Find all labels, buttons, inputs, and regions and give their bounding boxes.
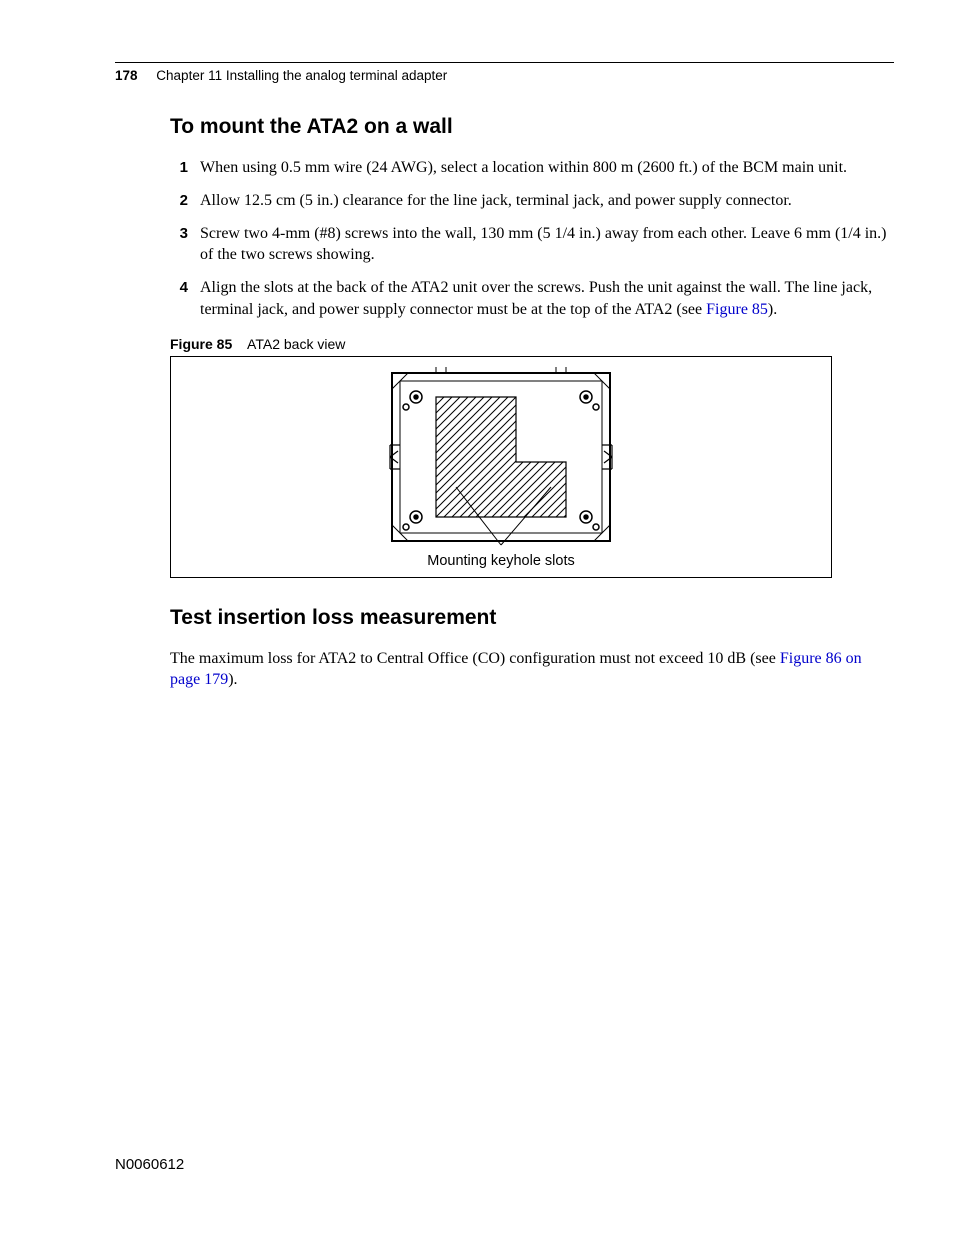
page-content: To mount the ATA2 on a wall 1 When using…	[170, 115, 894, 690]
page-number: 178	[115, 68, 138, 83]
paragraph-text-after: ).	[228, 671, 237, 688]
step-1: 1 When using 0.5 mm wire (24 AWG), selec…	[170, 157, 894, 178]
section-heading-mount: To mount the ATA2 on a wall	[170, 115, 894, 139]
chapter-title: Chapter 11 Installing the analog termina…	[156, 68, 447, 83]
step-text: When using 0.5 mm wire (24 AWG), select …	[200, 157, 894, 178]
figure-annotation: Mounting keyhole slots	[171, 553, 831, 569]
step-3: 3 Screw two 4-mm (#8) screws into the wa…	[170, 223, 894, 265]
step-text-after: ).	[768, 301, 777, 318]
step-number: 3	[170, 223, 188, 265]
figure-caption: Figure 85 ATA2 back view	[170, 336, 894, 352]
document-page: 178 Chapter 11 Installing the analog ter…	[0, 0, 954, 1235]
step-text: Allow 12.5 cm (5 in.) clearance for the …	[200, 190, 894, 211]
figure-85-link[interactable]: Figure 85	[706, 301, 768, 318]
ata2-back-view-diagram	[386, 367, 616, 547]
figure-label: Figure 85	[170, 336, 232, 352]
body-paragraph: The maximum loss for ATA2 to Central Off…	[170, 648, 894, 690]
step-2: 2 Allow 12.5 cm (5 in.) clearance for th…	[170, 190, 894, 211]
figure-title: ATA2 back view	[247, 336, 345, 352]
step-number: 4	[170, 277, 188, 319]
procedure-steps: 1 When using 0.5 mm wire (24 AWG), selec…	[170, 157, 894, 320]
document-number: N0060612	[115, 1156, 184, 1173]
section-heading-test: Test insertion loss measurement	[170, 606, 894, 630]
step-number: 2	[170, 190, 188, 211]
running-header: 178 Chapter 11 Installing the analog ter…	[115, 68, 894, 83]
step-text: Align the slots at the back of the ATA2 …	[200, 277, 894, 319]
step-4: 4 Align the slots at the back of the ATA…	[170, 277, 894, 319]
step-text: Screw two 4-mm (#8) screws into the wall…	[200, 223, 894, 265]
figure-box: Mounting keyhole slots	[170, 356, 832, 578]
paragraph-text-before: The maximum loss for ATA2 to Central Off…	[170, 650, 780, 667]
header-rule	[115, 62, 894, 63]
step-number: 1	[170, 157, 188, 178]
